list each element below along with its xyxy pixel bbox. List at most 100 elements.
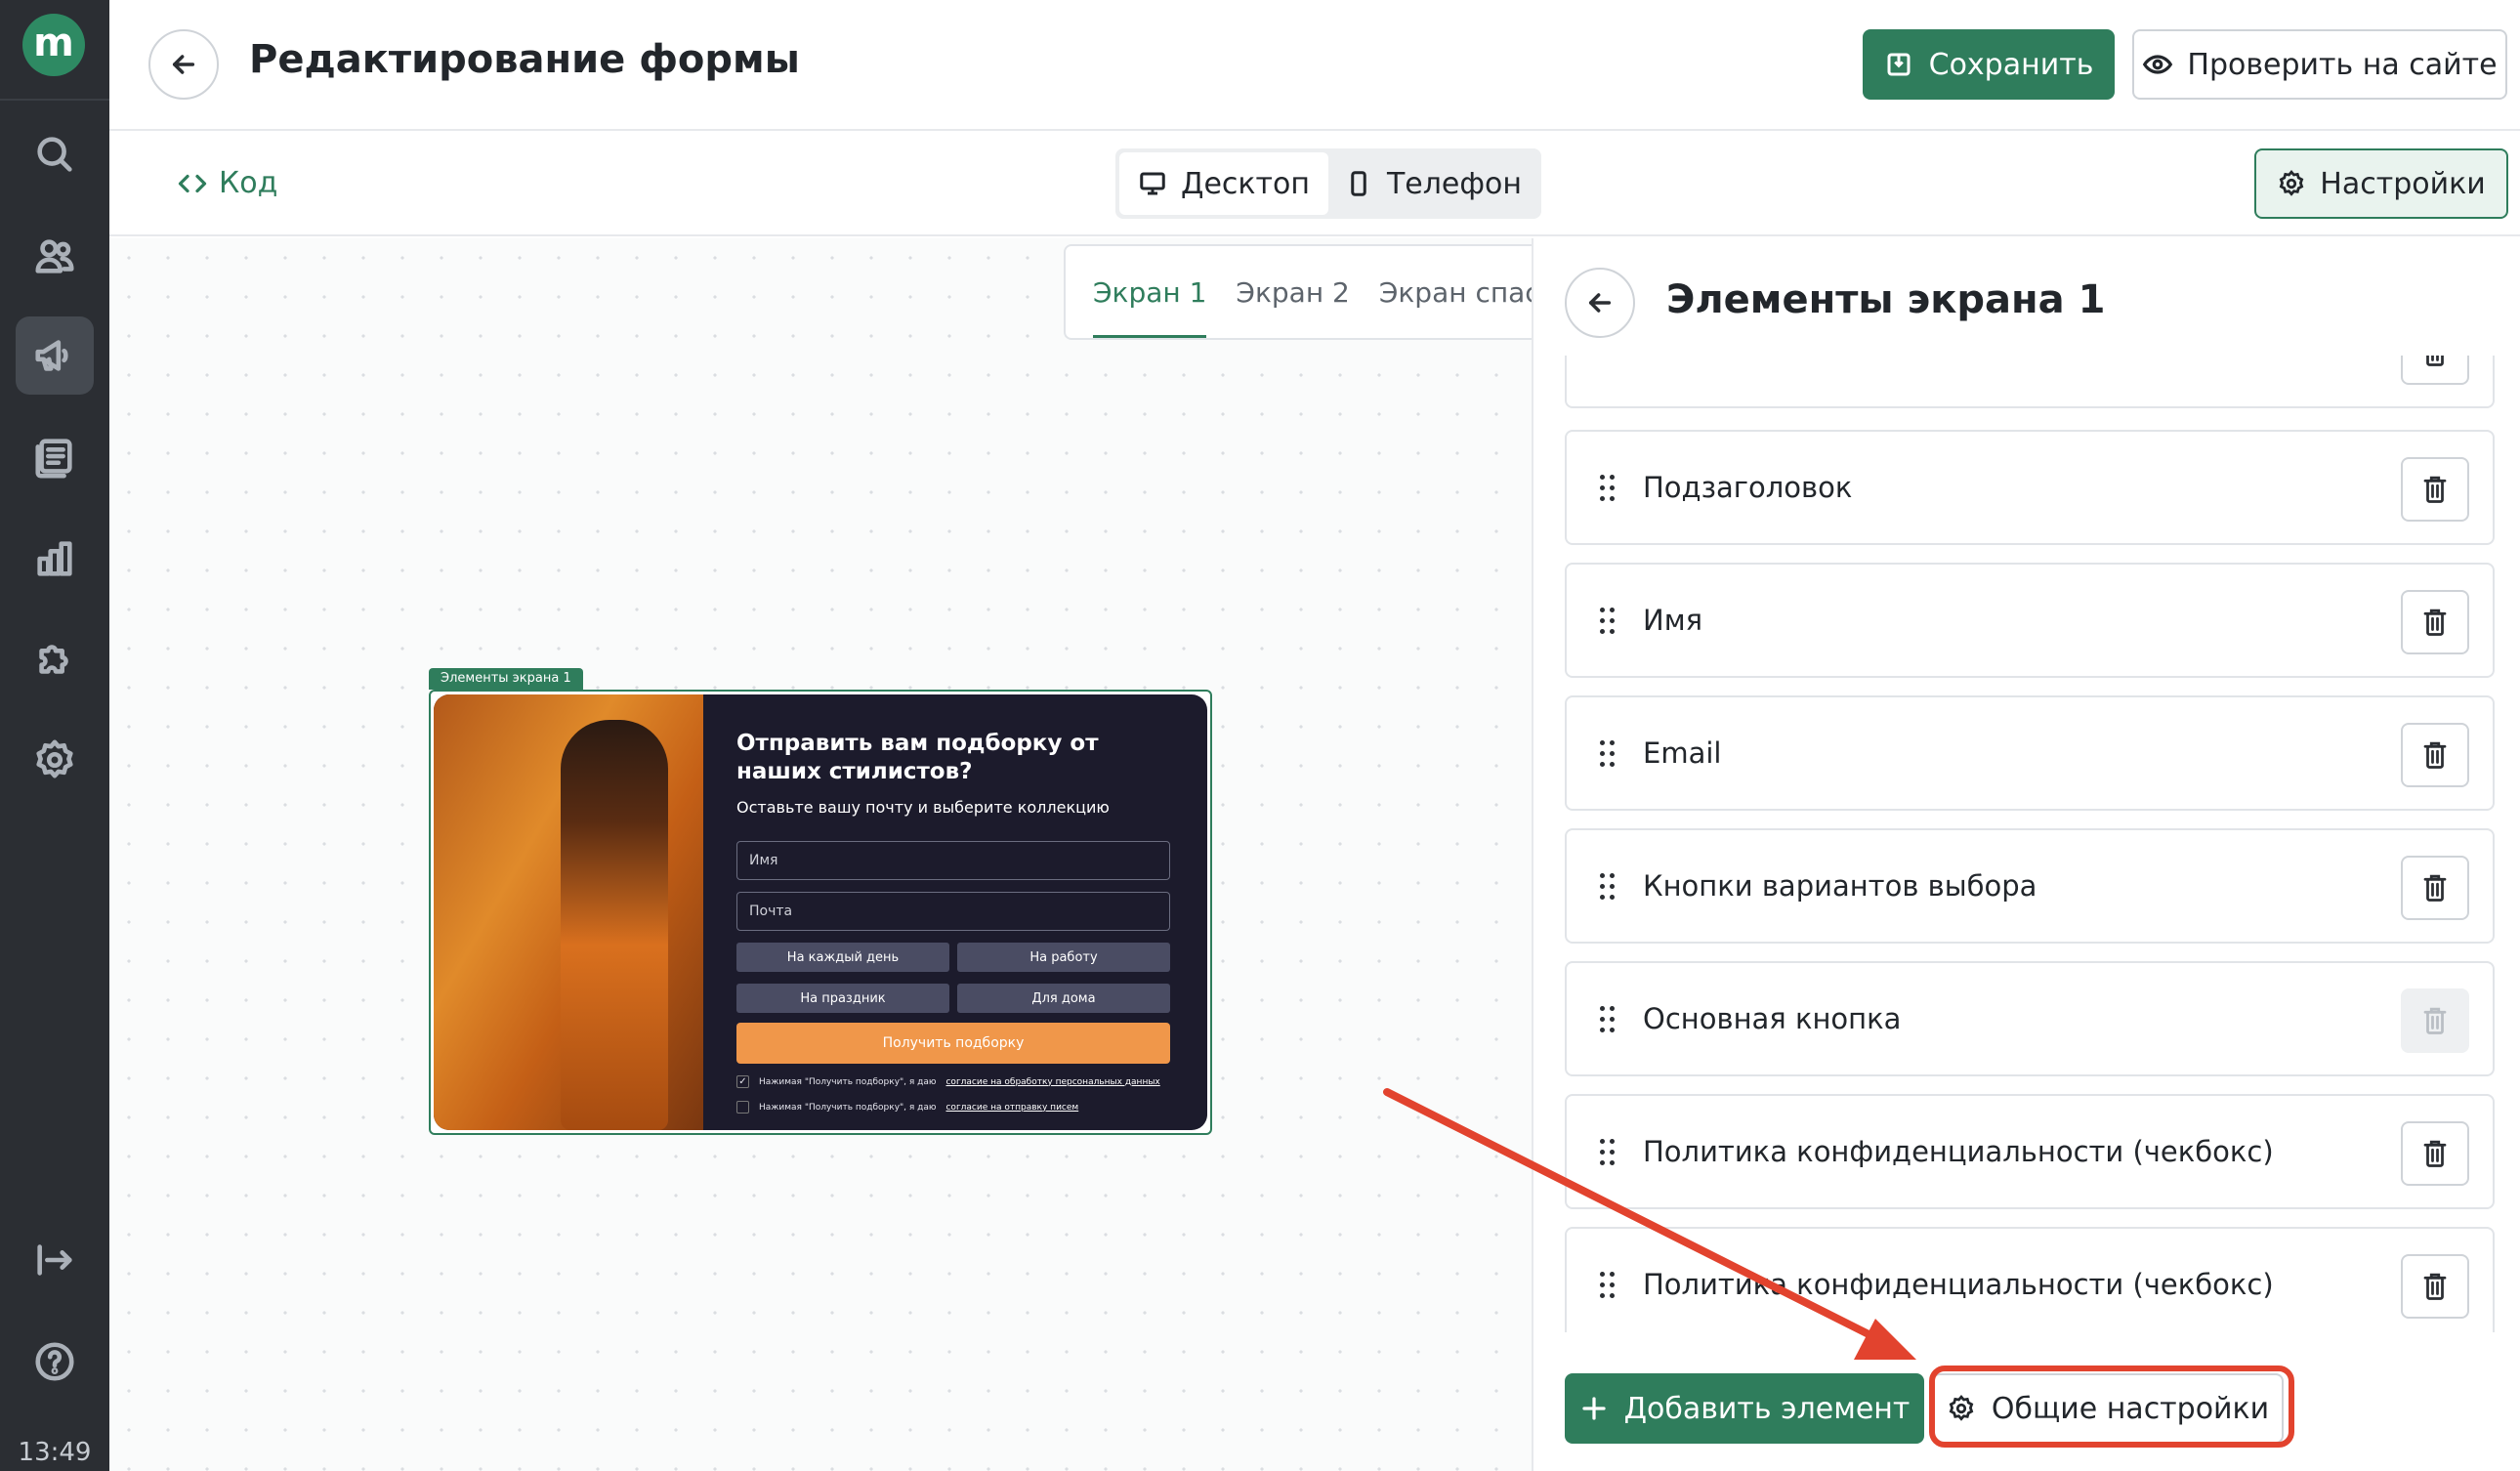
delete-button[interactable] — [2401, 1121, 2469, 1186]
clock: 13:49 — [18, 1438, 92, 1467]
eye-icon — [2143, 55, 2173, 74]
divider — [0, 99, 109, 101]
settings-icon[interactable] — [16, 721, 94, 799]
drag-handle-icon[interactable] — [1600, 608, 1617, 635]
trash-icon — [2423, 476, 2447, 503]
general-settings-button[interactable]: Общие настройки — [1932, 1373, 2284, 1444]
plus-icon — [1581, 1397, 1606, 1420]
megaphone-icon[interactable] — [16, 316, 94, 395]
code-icon — [178, 174, 207, 192]
model-figure — [561, 720, 668, 1130]
element-item[interactable]: Основная кнопка — [1565, 961, 2495, 1076]
help-icon[interactable] — [16, 1323, 94, 1401]
consent-text-2: Нажимая "Получить подборку", я даю — [759, 1102, 937, 1113]
general-settings-label: Общие настройки — [1991, 1391, 2270, 1426]
element-item[interactable]: Политика конфиденциальности (чекбокс) — [1565, 1227, 2495, 1332]
logout-icon[interactable] — [16, 1221, 94, 1299]
code-link-label: Код — [219, 166, 278, 200]
form-email-field[interactable]: Почта — [736, 892, 1170, 931]
element-label: Email — [1643, 736, 1722, 770]
check-on-site-label: Проверить на сайте — [2187, 47, 2498, 82]
delete-button[interactable] — [2401, 590, 2469, 654]
element-label: Кнопки вариантов выбора — [1643, 869, 2037, 903]
form-name-field[interactable]: Имя — [736, 841, 1170, 880]
element-item[interactable]: Подзаголовок — [1565, 430, 2495, 545]
choice-button[interactable]: На праздник — [736, 984, 949, 1013]
choice-button[interactable]: На работу — [957, 943, 1170, 972]
model-photo — [434, 694, 703, 1130]
users-icon[interactable] — [16, 217, 94, 295]
element-label: Политика конфиденциальности (чекбокс) — [1643, 1135, 2274, 1168]
view-phone-label: Телефон — [1386, 166, 1523, 201]
settings-button[interactable]: Настройки — [2254, 148, 2508, 219]
choice-button[interactable]: Для дома — [957, 984, 1170, 1013]
drag-handle-icon[interactable] — [1600, 1139, 1617, 1166]
elements-panel: Элементы экрана 1 Подзаголовок Имя Email — [1532, 238, 2520, 1471]
delete-button[interactable] — [2401, 1254, 2469, 1319]
drag-handle-icon[interactable] — [1600, 1272, 1617, 1299]
element-item[interactable]: Кнопки вариантов выбора — [1565, 828, 2495, 944]
form-submit-button[interactable]: Получить подборку — [736, 1023, 1170, 1064]
delete-button[interactable] — [2401, 356, 2469, 385]
save-button-label: Сохранить — [1928, 47, 2094, 82]
tab-screen-1[interactable]: Экран 1 — [1093, 276, 1207, 338]
list-icon[interactable] — [16, 418, 94, 496]
arrow-left-icon — [172, 55, 195, 74]
panel-title: Элементы экрана 1 — [1666, 277, 2106, 322]
header: Редактирование формы Сохранить Проверить… — [109, 0, 2520, 131]
add-element-button[interactable]: Добавить элемент — [1565, 1373, 1924, 1444]
screen-tabs: Экран 1 Экран 2 Экран спаси — [1064, 244, 1572, 340]
consent-text-1: Нажимая "Получить подборку", я даю — [759, 1076, 937, 1087]
editor-toolbar: Код Десктоп Телефон Настройки — [109, 133, 2520, 236]
app-logo[interactable]: m — [22, 14, 85, 76]
arrow-left-icon — [1588, 293, 1612, 313]
chart-icon[interactable] — [16, 520, 94, 598]
puzzle-icon[interactable] — [16, 619, 94, 697]
monitor-icon — [1140, 172, 1165, 195]
form-preview[interactable]: Отправить вам подборку от наших стилисто… — [429, 690, 1212, 1135]
save-icon — [1887, 53, 1911, 76]
settings-button-label: Настройки — [2320, 166, 2486, 201]
delete-button[interactable] — [2401, 856, 2469, 920]
choice-button[interactable]: На каждый день — [736, 943, 949, 972]
delete-button[interactable] — [2401, 457, 2469, 522]
editor-canvas[interactable]: Экран 1 Экран 2 Экран спаси Элементы экр… — [109, 238, 1572, 1471]
element-item[interactable] — [1565, 356, 2495, 408]
trash-icon — [2423, 1273, 2447, 1300]
trash-icon — [2423, 741, 2447, 769]
consent-checkbox-1[interactable]: ✓ Нажимая "Получить подборку", я даю сог… — [736, 1075, 1160, 1088]
code-link[interactable]: Код — [178, 166, 277, 200]
trash-icon — [2423, 874, 2447, 902]
form-subtitle: Оставьте вашу почту и выберите коллекцию — [736, 798, 1110, 817]
drag-handle-icon[interactable] — [1600, 475, 1617, 502]
delete-button-disabled — [2401, 988, 2469, 1053]
check-on-site-button[interactable]: Проверить на сайте — [2132, 29, 2507, 100]
sidebar: m 13:49 — [0, 0, 109, 1471]
trash-icon — [2426, 356, 2444, 366]
element-label: Политика конфиденциальности (чекбокс) — [1643, 1268, 2274, 1301]
view-desktop-button[interactable]: Десктоп — [1119, 152, 1328, 215]
delete-button[interactable] — [2401, 723, 2469, 787]
check-icon: ✓ — [736, 1075, 749, 1088]
element-item[interactable]: Политика конфиденциальности (чекбокс) — [1565, 1094, 2495, 1209]
search-icon[interactable] — [16, 115, 94, 193]
consent-link-1[interactable]: согласие на обработку персональных данны… — [945, 1077, 1159, 1087]
view-phone-button[interactable]: Телефон — [1328, 152, 1537, 215]
tab-screen-2[interactable]: Экран 2 — [1236, 276, 1349, 338]
save-button[interactable]: Сохранить — [1863, 29, 2115, 100]
phone-icon — [1351, 171, 1366, 196]
consent-checkbox-2[interactable]: Нажимая "Получить подборку", я даю согла… — [736, 1101, 1078, 1114]
elements-list: Подзаголовок Имя Email Кнопки вариантов … — [1565, 356, 2495, 1332]
drag-handle-icon[interactable] — [1600, 740, 1617, 768]
panel-back-button[interactable] — [1565, 268, 1635, 338]
drag-handle-icon[interactable] — [1600, 873, 1617, 901]
consent-link-2[interactable]: согласие на отправку писем — [945, 1103, 1078, 1113]
trash-icon — [2423, 609, 2447, 636]
back-button[interactable] — [148, 29, 219, 100]
drag-handle-icon[interactable] — [1600, 1006, 1617, 1033]
view-desktop-label: Десктоп — [1181, 166, 1310, 201]
element-item[interactable]: Email — [1565, 695, 2495, 811]
trash-icon — [2423, 1007, 2447, 1034]
preview-label: Элементы экрана 1 — [429, 668, 583, 690]
element-item[interactable]: Имя — [1565, 563, 2495, 678]
